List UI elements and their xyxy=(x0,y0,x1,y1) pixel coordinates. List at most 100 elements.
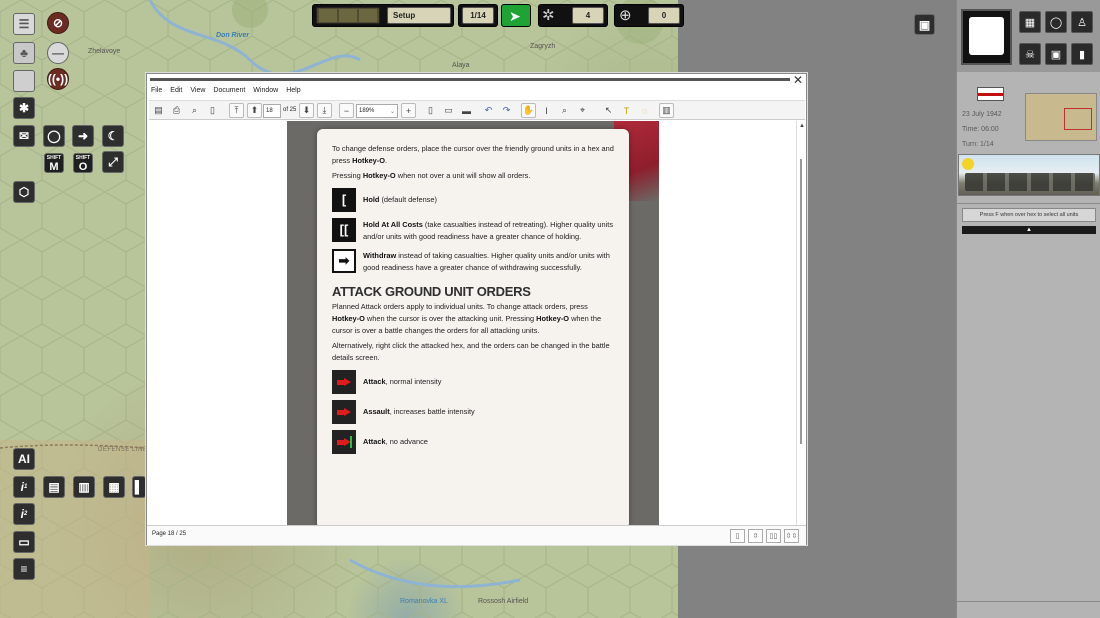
hotkey-text: Hotkey-O xyxy=(332,314,365,323)
document-viewport[interactable]: To change defense orders, place the curs… xyxy=(149,121,796,525)
map-legend-icon[interactable]: ▦ xyxy=(1019,11,1041,33)
sidebar-toggle-icon[interactable]: ▥ xyxy=(659,103,674,118)
order-withdraw: ➡ Withdraw instead of taking casualties.… xyxy=(332,249,616,274)
zoom-out-icon[interactable]: − xyxy=(339,103,354,118)
page-setup-icon[interactable]: ▯ xyxy=(205,103,220,118)
shift-m-button[interactable]: SHIFT M xyxy=(44,153,64,173)
fit-width-icon[interactable]: ▬ xyxy=(459,103,474,118)
recon-count: 4 xyxy=(572,7,604,24)
text-run: when the cursor is over the attacking un… xyxy=(364,314,537,323)
info-1-button[interactable]: i1 xyxy=(13,476,35,498)
menu-view[interactable]: View xyxy=(190,87,205,99)
radio-tower-icon[interactable]: ((•)) xyxy=(47,68,69,90)
mini-map[interactable] xyxy=(1025,93,1097,141)
next-page-icon[interactable]: ⬇ xyxy=(299,103,314,118)
zoom-select[interactable]: 189% ⌄ xyxy=(356,104,398,118)
rotate-ccw-icon[interactable]: ↶ xyxy=(481,103,496,118)
order-name: Attack xyxy=(363,437,386,446)
continuous-view-icon[interactable]: ⇳ xyxy=(748,529,763,543)
supply-icon[interactable]: ▣ xyxy=(1045,43,1067,65)
text-run: Planned Attack orders apply to individua… xyxy=(332,302,588,311)
recon-box[interactable]: ✲ 4 xyxy=(538,4,608,27)
magnify-icon[interactable]: ⌕ xyxy=(557,103,572,118)
circle-order-icon[interactable]: ◯ xyxy=(43,125,65,147)
facing-view-icon[interactable]: ▯▯ xyxy=(766,529,781,543)
skull-icon[interactable]: ☠ xyxy=(1019,43,1041,65)
info-2-button[interactable]: i2 xyxy=(13,503,35,525)
settings-sliders-icon[interactable]: ≡ xyxy=(13,558,35,580)
target-box[interactable]: ⊕ 0 xyxy=(614,4,684,27)
town-label: Zhelavoye xyxy=(88,48,121,55)
text-select-icon[interactable]: I xyxy=(539,103,554,118)
ai-button[interactable]: AI xyxy=(13,448,35,470)
save-icon[interactable]: ▤ xyxy=(43,476,65,498)
print-icon[interactable]: ⎙ xyxy=(169,103,184,118)
manual-icon[interactable]: ▦ xyxy=(103,476,125,498)
menu-help[interactable]: Help xyxy=(286,87,300,99)
prev-page-icon[interactable]: ⬆ xyxy=(247,103,262,118)
selected-unit-box[interactable] xyxy=(961,9,1012,65)
pointer-icon[interactable]: ↖ xyxy=(601,103,616,118)
chevron-down-icon: ⌄ xyxy=(389,108,395,115)
viewer-toolbar: ▤ ⎙ ⌕ ▯ ⤒ ⬆ 18 of 25 ⬇ ⤓ − 189% ⌄ + ▯ ▭ … xyxy=(149,100,805,120)
scroll-thumb[interactable] xyxy=(800,159,802,444)
forest-icon[interactable]: ♣ xyxy=(13,42,35,64)
blank-toggle-icon[interactable] xyxy=(13,70,35,92)
monitor-icon[interactable]: ▭ xyxy=(13,531,35,553)
continuous-facing-view-icon[interactable]: ⇳⇳ xyxy=(784,529,799,543)
expand-arrow-icon[interactable]: ⤢ xyxy=(102,151,124,173)
single-page-view-icon[interactable]: ▯ xyxy=(730,529,745,543)
actual-size-icon[interactable]: ▯ xyxy=(423,103,438,118)
annotate-text-icon[interactable]: T xyxy=(619,103,634,118)
unit-document-icon xyxy=(969,17,1004,55)
save-icon[interactable]: ▤ xyxy=(151,103,166,118)
star-icon[interactable]: ✱ xyxy=(13,97,35,119)
rotate-cw-icon[interactable]: ↷ xyxy=(499,103,514,118)
expand-unit-list-button[interactable]: ▲ xyxy=(962,226,1096,234)
document-icon[interactable]: ☰ xyxy=(13,13,35,35)
text-run: Pressing xyxy=(332,171,363,180)
first-page-icon[interactable]: ⤒ xyxy=(229,103,244,118)
menu-edit[interactable]: Edit xyxy=(170,87,182,99)
last-page-icon[interactable]: ⤓ xyxy=(317,103,332,118)
search-doc-icon[interactable]: ⌕ xyxy=(187,103,202,118)
page-text: To change defense orders, place the curs… xyxy=(332,143,616,460)
page-number-input[interactable]: 18 xyxy=(263,104,281,118)
envelope-icon[interactable]: ✉ xyxy=(13,125,35,147)
pdf-viewer-window: ✕ File Edit View Document Window Help ▤ … xyxy=(146,73,807,545)
panel-toggle-icon[interactable]: ▮ xyxy=(1071,43,1093,65)
menu-file[interactable]: File xyxy=(151,87,162,99)
circle-icon[interactable]: ◯ xyxy=(1045,11,1067,33)
title-bar[interactable]: ✕ xyxy=(147,73,806,87)
next-turn-button[interactable]: ➤ xyxy=(501,4,531,27)
hand-tool-icon[interactable]: ✋ xyxy=(521,103,536,118)
dynamic-zoom-icon[interactable]: ⌖ xyxy=(575,103,590,118)
zoom-in-icon[interactable]: + xyxy=(401,103,416,118)
shift-m-key: M xyxy=(49,160,59,173)
scroll-up-icon[interactable]: ▲ xyxy=(799,123,805,129)
vertical-scrollbar[interactable]: ▲ xyxy=(796,121,806,525)
order-name: Withdraw xyxy=(363,251,397,260)
comment-icon[interactable]: ◌ xyxy=(637,103,652,118)
close-icon[interactable]: ✕ xyxy=(793,73,803,87)
moon-icon[interactable]: ☾ xyxy=(102,125,124,147)
menu-window[interactable]: Window xyxy=(253,87,278,99)
turn-box: 1/14 xyxy=(458,4,498,27)
chart-icon[interactable]: ▌ xyxy=(132,476,146,498)
order-assault: Assault, increases battle intensity xyxy=(332,400,616,424)
fit-page-icon[interactable]: ▭ xyxy=(441,103,456,118)
river-label: Don River xyxy=(216,32,250,39)
hex-zoom-icon[interactable]: ⬡ xyxy=(13,181,35,203)
disc-icon[interactable]: — xyxy=(47,42,69,64)
shift-o-button[interactable]: SHIFT O xyxy=(73,153,93,173)
soldier-icon[interactable]: ♙ xyxy=(1071,11,1093,33)
hotkey-text: Hotkey-O xyxy=(352,156,385,165)
no-smoking-icon[interactable]: ⊘ xyxy=(47,12,69,34)
order-desc: instead of taking casualties. Higher qua… xyxy=(363,251,610,272)
screen-toggle-icon[interactable]: ▣ xyxy=(914,14,935,35)
arrow-right-icon[interactable]: ➜ xyxy=(72,125,94,147)
load-icon[interactable]: ▥ xyxy=(73,476,95,498)
menu-document[interactable]: Document xyxy=(213,87,245,99)
page-scan: To change defense orders, place the curs… xyxy=(287,121,659,525)
order-attack-no-advance: Attack, no advance xyxy=(332,430,616,454)
